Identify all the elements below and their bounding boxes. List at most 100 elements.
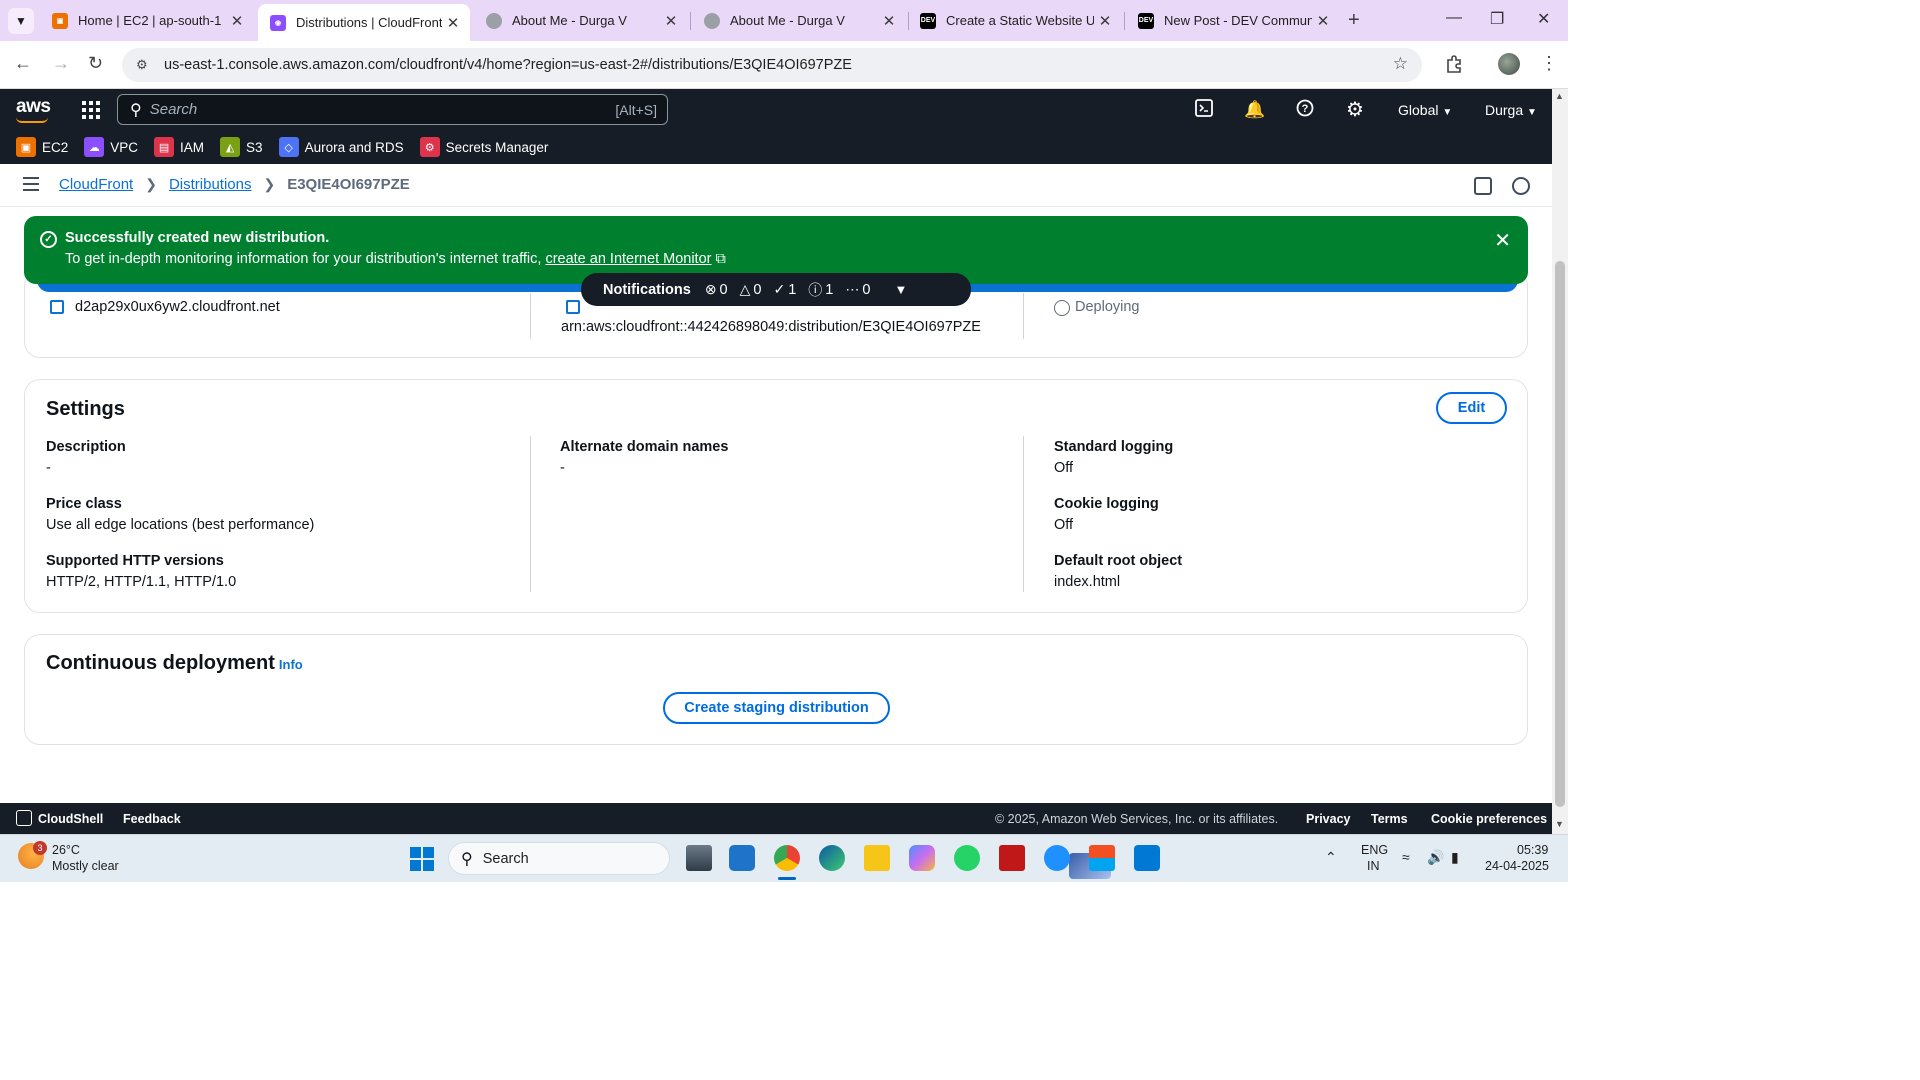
internet-monitor-link[interactable]: create an Internet Monitor bbox=[545, 251, 711, 267]
address-bar[interactable]: ⚙ us-east-1.console.aws.amazon.com/cloud… bbox=[122, 48, 1422, 82]
battery-icon[interactable]: ▮ bbox=[1451, 849, 1459, 866]
back-arrow-icon[interactable]: ← bbox=[14, 53, 32, 74]
forward-arrow-icon[interactable]: → bbox=[52, 53, 70, 74]
mylio-app-icon[interactable] bbox=[729, 845, 755, 871]
browser-tab[interactable]: About Me - Durga V ✕ bbox=[692, 6, 906, 35]
aws-search-input[interactable]: ⚲ Search [Alt+S] bbox=[117, 94, 668, 125]
favorite-secrets-manager[interactable]: ⚙ Secrets Manager bbox=[419, 137, 548, 157]
url-text[interactable]: us-east-1.console.aws.amazon.com/cloudfr… bbox=[164, 57, 852, 73]
close-window-icon[interactable]: ✕ bbox=[1537, 9, 1550, 29]
breadcrumb: CloudFront ❯ Distributions ❯ E3QIE4OI697… bbox=[59, 176, 410, 193]
search-shortcut: [Alt+S] bbox=[615, 101, 657, 118]
expand-chevron-icon[interactable]: ▼ bbox=[894, 282, 907, 297]
notifications-bar[interactable]: Notifications ⊗ 0 △ 0 ✓ 1 ⓘ 1 ⋯ 0 ▼ bbox=[581, 273, 971, 306]
notifications-bell-icon[interactable]: 🔔 bbox=[1244, 100, 1265, 120]
globe-favicon-icon bbox=[704, 12, 720, 29]
page-scrollbar[interactable]: ▲ ▼ bbox=[1552, 89, 1568, 834]
browser-tab[interactable]: DEV New Post - DEV Community ✕ bbox=[1126, 6, 1340, 35]
new-tab-plus-icon[interactable]: + bbox=[1348, 9, 1360, 32]
favorite-iam[interactable]: ▤ IAM bbox=[154, 137, 204, 157]
copy-icon[interactable] bbox=[566, 300, 580, 314]
close-tab-icon[interactable]: ✕ bbox=[1312, 12, 1334, 30]
chrome-app-icon[interactable] bbox=[774, 845, 800, 871]
info-link[interactable]: Info bbox=[279, 657, 303, 672]
info-panel-icon[interactable] bbox=[1474, 177, 1492, 195]
profile-avatar[interactable] bbox=[1498, 53, 1520, 75]
restore-icon[interactable]: ❐ bbox=[1490, 9, 1504, 29]
scroll-thumb[interactable] bbox=[1555, 261, 1565, 807]
language-code[interactable]: ENG bbox=[1361, 843, 1388, 857]
settings-gear-icon[interactable]: ⚙ bbox=[1346, 97, 1364, 122]
cloudshell-icon[interactable] bbox=[1195, 99, 1213, 122]
region-label: Global bbox=[1398, 102, 1439, 118]
browser-menu-icon[interactable]: ⋮ bbox=[1540, 53, 1558, 74]
user-menu[interactable]: Durga ▼ bbox=[1485, 102, 1537, 118]
windows-start-icon[interactable] bbox=[410, 847, 434, 871]
browser-tab[interactable]: About Me - Durga V ✕ bbox=[474, 6, 688, 35]
tab-search-chevron-icon[interactable]: ▼ bbox=[8, 8, 34, 34]
browser-tab-active[interactable]: ◉ Distributions | CloudFront | Global ✕ bbox=[258, 4, 470, 41]
microsoft-store-icon[interactable] bbox=[1089, 845, 1115, 871]
copyright-text: © 2025, Amazon Web Services, Inc. or its… bbox=[995, 812, 1279, 826]
browser-tab[interactable]: DEV Create a Static Website Using ✕ bbox=[908, 6, 1122, 35]
warning-count-value: 0 bbox=[753, 281, 762, 298]
scroll-up-icon[interactable]: ▲ bbox=[1555, 91, 1564, 101]
description-label: Description bbox=[46, 439, 126, 455]
file-explorer-icon[interactable] bbox=[864, 845, 890, 871]
cloudshell-icon[interactable] bbox=[16, 810, 32, 826]
terms-link[interactable]: Terms bbox=[1371, 812, 1408, 826]
site-settings-icon[interactable]: ⚙ bbox=[136, 57, 154, 73]
favorite-s3[interactable]: ◭ S3 bbox=[220, 137, 263, 157]
ec2-icon: ▣ bbox=[16, 137, 36, 157]
minimize-icon[interactable]: — bbox=[1446, 9, 1462, 27]
task-view-icon[interactable] bbox=[686, 845, 712, 871]
cloudshell-link[interactable]: CloudShell bbox=[38, 812, 103, 826]
reload-icon[interactable]: ↻ bbox=[88, 53, 103, 74]
aws-logo[interactable]: aws bbox=[16, 96, 51, 118]
tools-panel-icon[interactable] bbox=[1512, 177, 1530, 195]
breadcrumb-distributions[interactable]: Distributions bbox=[169, 176, 252, 193]
show-hidden-icons-chevron-icon[interactable]: ⌃ bbox=[1325, 849, 1337, 866]
favorite-vpc[interactable]: ☁ VPC bbox=[84, 137, 138, 157]
privacy-link[interactable]: Privacy bbox=[1306, 812, 1350, 826]
flash-body-text: To get in-depth monitoring information f… bbox=[65, 251, 542, 267]
scroll-down-icon[interactable]: ▼ bbox=[1555, 819, 1564, 829]
language-region[interactable]: IN bbox=[1367, 859, 1380, 873]
cookie-logging-value: Off bbox=[1054, 517, 1074, 533]
region-menu[interactable]: Global ▼ bbox=[1398, 102, 1452, 118]
extensions-puzzle-icon[interactable] bbox=[1445, 54, 1465, 74]
services-grid-icon[interactable] bbox=[82, 101, 100, 119]
close-tab-icon[interactable]: ✕ bbox=[226, 12, 248, 30]
browser-tab[interactable]: ▣ Home | EC2 | ap-south-1 ✕ bbox=[40, 6, 254, 35]
side-nav-menu-icon[interactable] bbox=[23, 177, 39, 195]
taskbar-search[interactable]: ⚲ Search bbox=[448, 842, 1111, 879]
wifi-icon[interactable]: ≈ bbox=[1402, 849, 1410, 865]
mcafee-app-icon[interactable] bbox=[999, 845, 1025, 871]
edit-button[interactable]: Edit bbox=[1436, 392, 1507, 424]
whatsapp-app-icon[interactable] bbox=[954, 845, 980, 871]
bookmark-star-icon[interactable]: ☆ bbox=[1393, 54, 1408, 74]
success-count-value: 1 bbox=[788, 281, 797, 298]
distribution-arn: arn:aws:cloudfront::442426898049:distrib… bbox=[561, 319, 981, 335]
clock-time[interactable]: 05:39 bbox=[1517, 843, 1548, 857]
favorite-ec2[interactable]: ▣ EC2 bbox=[16, 137, 68, 157]
cookie-preferences-link[interactable]: Cookie preferences bbox=[1431, 812, 1547, 826]
close-tab-icon[interactable]: ✕ bbox=[1094, 12, 1116, 30]
vscode-app-icon[interactable] bbox=[1134, 845, 1160, 871]
feedback-link[interactable]: Feedback bbox=[123, 812, 181, 826]
clock-date[interactable]: 24-04-2025 bbox=[1485, 859, 1549, 873]
favorite-aurora-rds[interactable]: ◇ Aurora and RDS bbox=[278, 137, 404, 157]
help-icon[interactable]: ? bbox=[1296, 99, 1314, 122]
close-tab-icon[interactable]: ✕ bbox=[442, 14, 464, 32]
close-tab-icon[interactable]: ✕ bbox=[878, 12, 900, 30]
get-help-app-icon[interactable] bbox=[1044, 845, 1070, 871]
copilot-app-icon[interactable] bbox=[909, 845, 935, 871]
breadcrumb-cloudfront[interactable]: CloudFront bbox=[59, 176, 133, 193]
copy-icon[interactable] bbox=[50, 300, 64, 314]
edge-app-icon[interactable] bbox=[819, 845, 845, 871]
weather-condition: Mostly clear bbox=[52, 859, 119, 873]
create-staging-distribution-button[interactable]: Create staging distribution bbox=[663, 692, 890, 724]
volume-icon[interactable]: 🔊 bbox=[1427, 849, 1444, 866]
dismiss-flash-icon[interactable]: ✕ bbox=[1494, 228, 1511, 253]
close-tab-icon[interactable]: ✕ bbox=[660, 12, 682, 30]
